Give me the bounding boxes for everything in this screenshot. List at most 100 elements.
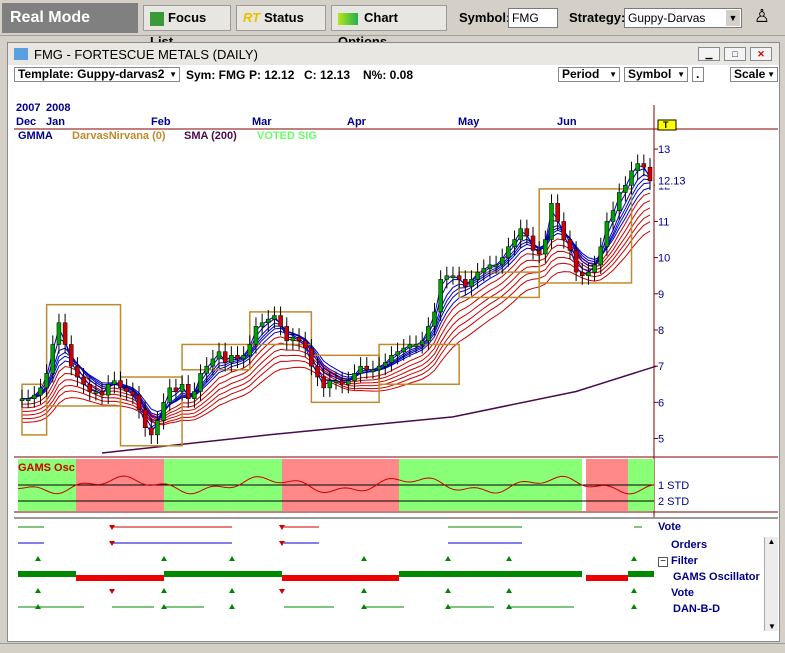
scale-menu[interactable]: Scale ▼ xyxy=(730,67,778,82)
minimize-button[interactable]: ▁ xyxy=(698,47,720,61)
symbol-label: Symbol: xyxy=(459,10,511,25)
rt-icon: RT xyxy=(243,10,261,25)
focus-list-icon xyxy=(150,11,164,26)
orders-label[interactable]: Orders xyxy=(671,539,707,551)
candle-body xyxy=(105,384,111,396)
candle-body xyxy=(112,380,117,385)
month-label: Mar xyxy=(252,116,272,128)
candle-body xyxy=(395,351,400,356)
legend-item: VOTED SIG xyxy=(257,130,317,142)
sym-readout: Sym: FMG xyxy=(186,68,246,82)
candle-body xyxy=(352,373,357,381)
candle-body xyxy=(198,373,203,392)
candle-body xyxy=(604,221,610,248)
focus-list-button[interactable]: Focus List xyxy=(143,5,231,49)
strategy-select[interactable]: Guppy-Darvas ▼ xyxy=(624,8,742,28)
candle-body xyxy=(339,380,345,385)
std1-label: 1 STD xyxy=(658,480,689,492)
buy-arrow-icon xyxy=(361,556,367,561)
candle-body xyxy=(75,365,80,378)
candle-body xyxy=(610,210,616,222)
vote-label[interactable]: Vote xyxy=(671,587,694,599)
chart-options-button[interactable]: Chart Options xyxy=(331,5,447,49)
month-label: Feb xyxy=(151,116,171,128)
candle-body xyxy=(346,380,351,385)
candle-body xyxy=(56,322,62,345)
candle-body xyxy=(50,344,56,374)
candle-body xyxy=(204,365,209,374)
candle-body xyxy=(259,322,265,327)
signal-rows xyxy=(14,525,654,609)
candle-body xyxy=(179,384,185,392)
candle-body xyxy=(38,387,43,396)
candle-body xyxy=(235,355,240,360)
candle-body xyxy=(481,268,487,273)
candle-body xyxy=(302,340,308,349)
candle-body xyxy=(290,336,296,342)
gmma-long-line xyxy=(22,221,651,425)
window-title: FMG - FORTESCUE METALS (DAILY) xyxy=(34,47,258,62)
candle-body xyxy=(118,380,123,389)
candle-body xyxy=(426,326,431,342)
candle-body xyxy=(210,358,216,367)
buy-arrow-icon xyxy=(35,588,41,593)
candle-body xyxy=(19,398,25,401)
candle-body xyxy=(284,326,289,342)
candle-body xyxy=(192,391,197,399)
y-tick-label: 5 xyxy=(658,434,664,446)
close-button[interactable]: ✕ xyxy=(750,47,772,61)
osc-label: GAMS Osc xyxy=(18,462,75,474)
gams-oscillator-label[interactable]: GAMS Oscillator xyxy=(673,571,760,583)
legend-item: SMA (200) xyxy=(184,130,237,142)
candle-body xyxy=(543,239,548,255)
candle-body xyxy=(327,380,333,389)
rt-status-button[interactable]: RT Status xyxy=(236,5,326,31)
change-readout: N%: 0.08 xyxy=(363,68,414,82)
chevron-down-icon[interactable]: ▼ xyxy=(726,10,740,26)
template-select[interactable]: Template: Guppy-darvas2 ▼ xyxy=(14,67,180,82)
sell-arrow-icon xyxy=(109,589,115,594)
month-label: Jan xyxy=(46,116,65,128)
buy-arrow-icon xyxy=(506,556,512,561)
scroll-down-icon[interactable]: ▼ xyxy=(765,622,779,631)
candle-body xyxy=(161,402,166,421)
candle-body xyxy=(93,391,99,394)
chart-options-icon xyxy=(338,12,358,25)
person-icon[interactable]: ♙ xyxy=(751,6,773,30)
year-label: 2007 xyxy=(16,102,40,114)
period-menu[interactable]: Period ▼ xyxy=(558,67,620,82)
scroll-up-icon[interactable]: ▲ xyxy=(765,537,778,546)
gams-red-bar xyxy=(586,575,628,581)
symbol-menu[interactable]: Symbol ▼ xyxy=(624,67,688,82)
chart-window: FMG - FORTESCUE METALS (DAILY) ▁ □ ✕ Tem… xyxy=(7,42,780,642)
buy-arrow-icon xyxy=(229,588,235,593)
buy-arrow-icon xyxy=(631,556,637,561)
candle-body xyxy=(536,250,542,255)
candle-body xyxy=(469,279,474,287)
symbol-input[interactable]: FMG xyxy=(508,8,558,28)
filter-label[interactable]: Filter xyxy=(671,555,698,567)
candle-body xyxy=(616,192,622,211)
candle-body xyxy=(222,351,228,363)
candle-body xyxy=(376,365,382,371)
collapse-toggle[interactable]: − xyxy=(658,557,668,567)
buy-arrow-icon xyxy=(229,604,235,609)
chart-window-titlebar: FMG - FORTESCUE METALS (DAILY) ▁ □ ✕ xyxy=(8,43,779,65)
dan-b-d-label[interactable]: DAN-B-D xyxy=(673,603,720,615)
vote-label-top[interactable]: Vote xyxy=(658,521,681,533)
candle-body xyxy=(25,398,31,401)
candle-body xyxy=(635,163,640,172)
candle-body xyxy=(647,166,653,182)
candle-body xyxy=(407,344,413,349)
candle-body xyxy=(586,271,591,276)
buy-arrow-icon xyxy=(631,604,637,609)
maximize-button[interactable]: □ xyxy=(724,47,746,61)
candle-body xyxy=(419,340,425,345)
scrollbar[interactable]: ▲ ▼ xyxy=(764,537,778,631)
dot-menu[interactable]: . xyxy=(692,67,704,82)
y-tick-label: 7 xyxy=(658,361,664,373)
price-chart[interactable]: 2007 2008 Dec Jan Feb Mar Apr May Jun GMMA DarvasN… xyxy=(14,83,778,553)
month-label: Apr xyxy=(347,116,367,128)
buy-arrow-icon xyxy=(445,588,451,593)
candle-body xyxy=(401,347,406,352)
